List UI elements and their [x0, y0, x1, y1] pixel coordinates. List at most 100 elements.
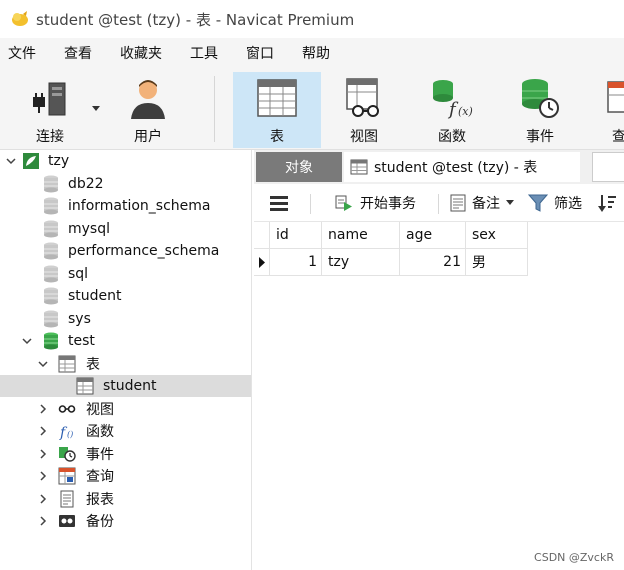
- tree-db-item[interactable]: db22: [0, 173, 251, 195]
- query-icon: [58, 467, 76, 485]
- table-cell-sex[interactable]: 男: [466, 249, 528, 276]
- current-row-arrow-icon: [259, 257, 265, 268]
- menu-button[interactable]: [270, 184, 294, 222]
- user-label: 用户: [134, 129, 162, 145]
- view-icon: [58, 405, 76, 413]
- tab-student-label: student @test (tzy) - 表: [374, 160, 538, 176]
- menu-file[interactable]: 文件: [0, 43, 46, 63]
- function-icon: f(): [59, 425, 73, 440]
- table-icon: [76, 377, 94, 395]
- menu-view[interactable]: 查看: [54, 43, 102, 63]
- tree-db-item[interactable]: mysql: [0, 218, 251, 240]
- row-indicator[interactable]: [254, 249, 270, 276]
- column-header-label: age: [406, 227, 433, 243]
- toolbar-separator: [310, 194, 311, 214]
- tree-db-item[interactable]: student: [0, 285, 251, 307]
- tree-db-test[interactable]: test: [0, 330, 251, 352]
- tree-reports-group[interactable]: 报表: [0, 488, 251, 510]
- tree-db-item[interactable]: information_schema: [0, 195, 251, 217]
- svg-text:(): (): [67, 430, 73, 439]
- query-button[interactable]: 查: [584, 72, 624, 148]
- tree-table-student[interactable]: student: [0, 375, 251, 397]
- column-header-sex[interactable]: sex: [466, 222, 528, 249]
- event-button[interactable]: 事件: [496, 72, 584, 148]
- sort-button[interactable]: [598, 184, 622, 222]
- function-label: 函数: [438, 129, 466, 145]
- event-icon: [59, 447, 76, 462]
- note-button[interactable]: 备注: [450, 184, 514, 222]
- tab-bar: 对象 student @test (tzy) - 表: [254, 150, 624, 184]
- table-cell-id[interactable]: 1: [270, 249, 322, 276]
- tree-label-backups: 备份: [86, 514, 114, 530]
- tree-label-events: 事件: [86, 447, 114, 463]
- connection-label: 连接: [36, 129, 64, 145]
- query-icon: [607, 81, 624, 113]
- chevron-right-icon[interactable]: [38, 404, 48, 414]
- tree-tables-group[interactable]: 表: [0, 353, 251, 375]
- note-label: 备注: [472, 196, 500, 212]
- chevron-down-icon[interactable]: [38, 359, 48, 369]
- chevron-right-icon[interactable]: [38, 449, 48, 459]
- tree-label-db: information_schema: [68, 198, 211, 214]
- table-button[interactable]: 表: [233, 72, 321, 148]
- view-label: 视图: [350, 129, 378, 145]
- chevron-down-icon[interactable]: [22, 336, 32, 346]
- column-header-age[interactable]: age: [400, 222, 466, 249]
- event-label: 事件: [526, 129, 554, 145]
- tree-label-connection: tzy: [48, 153, 70, 169]
- tree-label-queries: 查询: [86, 469, 114, 485]
- column-header-id[interactable]: id: [270, 222, 322, 249]
- title-bar: student @test (tzy) - 表 - Navicat Premiu…: [0, 0, 624, 38]
- menu-favorites[interactable]: 收藏夹: [110, 43, 172, 63]
- hamburger-icon: [270, 196, 288, 211]
- tab-student-table[interactable]: student @test (tzy) - 表: [344, 152, 580, 182]
- function-button[interactable]: f (x) 函数: [408, 72, 496, 148]
- tree-label-db: mysql: [68, 221, 110, 237]
- tab-objects-label: 对象: [285, 160, 313, 176]
- tree-connection-tzy[interactable]: tzy: [0, 150, 251, 172]
- tree-label-open-db: test: [68, 333, 95, 349]
- chevron-right-icon[interactable]: [38, 426, 48, 436]
- tree-db-item[interactable]: sys: [0, 308, 251, 330]
- navicat-logo-icon: [12, 11, 28, 26]
- filter-button[interactable]: 筛选: [528, 184, 582, 222]
- query-label: 查: [612, 129, 624, 145]
- connection-dropdown-icon[interactable]: [92, 106, 100, 111]
- menu-window[interactable]: 窗口: [236, 43, 284, 63]
- tab-overflow[interactable]: [592, 152, 624, 182]
- column-header-label: id: [276, 227, 289, 243]
- table-cell-age[interactable]: 21: [400, 249, 466, 276]
- menu-help[interactable]: 帮助: [292, 43, 340, 63]
- tree-events-group[interactable]: 事件: [0, 443, 251, 465]
- database-open-icon: [44, 332, 58, 350]
- database-icon: [44, 287, 58, 305]
- chevron-down-icon[interactable]: [6, 156, 16, 166]
- begin-transaction-icon: [335, 195, 352, 211]
- database-icon: [44, 175, 58, 193]
- chevron-down-icon[interactable]: [506, 200, 514, 206]
- connection-button[interactable]: 连接: [8, 72, 92, 148]
- table-cell-name[interactable]: tzy: [322, 249, 400, 276]
- menu-tools[interactable]: 工具: [180, 43, 228, 63]
- tree-backups-group[interactable]: 备份: [0, 510, 251, 532]
- chevron-right-icon[interactable]: [38, 471, 48, 481]
- tree-label-db: db22: [68, 176, 104, 192]
- column-header-name[interactable]: name: [322, 222, 400, 249]
- tree-queries-group[interactable]: 查询: [0, 465, 251, 487]
- main-toolbar: 连接 用户 表 视图 f (x) 函数 事件 查: [0, 68, 624, 150]
- column-header-label: sex: [472, 227, 496, 243]
- tree-views-group[interactable]: 视图: [0, 398, 251, 420]
- function-icon: f (x): [433, 80, 473, 119]
- chevron-right-icon[interactable]: [38, 516, 48, 526]
- tree-db-item[interactable]: performance_schema: [0, 240, 251, 262]
- tree-db-item[interactable]: sql: [0, 263, 251, 285]
- user-button[interactable]: 用户: [104, 72, 192, 148]
- tree-functions-group[interactable]: f() 函数: [0, 420, 251, 442]
- chevron-right-icon[interactable]: [38, 494, 48, 504]
- tree-label-selected-table: student: [103, 378, 157, 394]
- tree-label-reports: 报表: [86, 492, 114, 508]
- begin-transaction-button[interactable]: 开始事务: [334, 184, 416, 222]
- connection-leaf-icon: [23, 153, 39, 169]
- tab-objects[interactable]: 对象: [256, 152, 342, 182]
- view-button[interactable]: 视图: [320, 72, 408, 148]
